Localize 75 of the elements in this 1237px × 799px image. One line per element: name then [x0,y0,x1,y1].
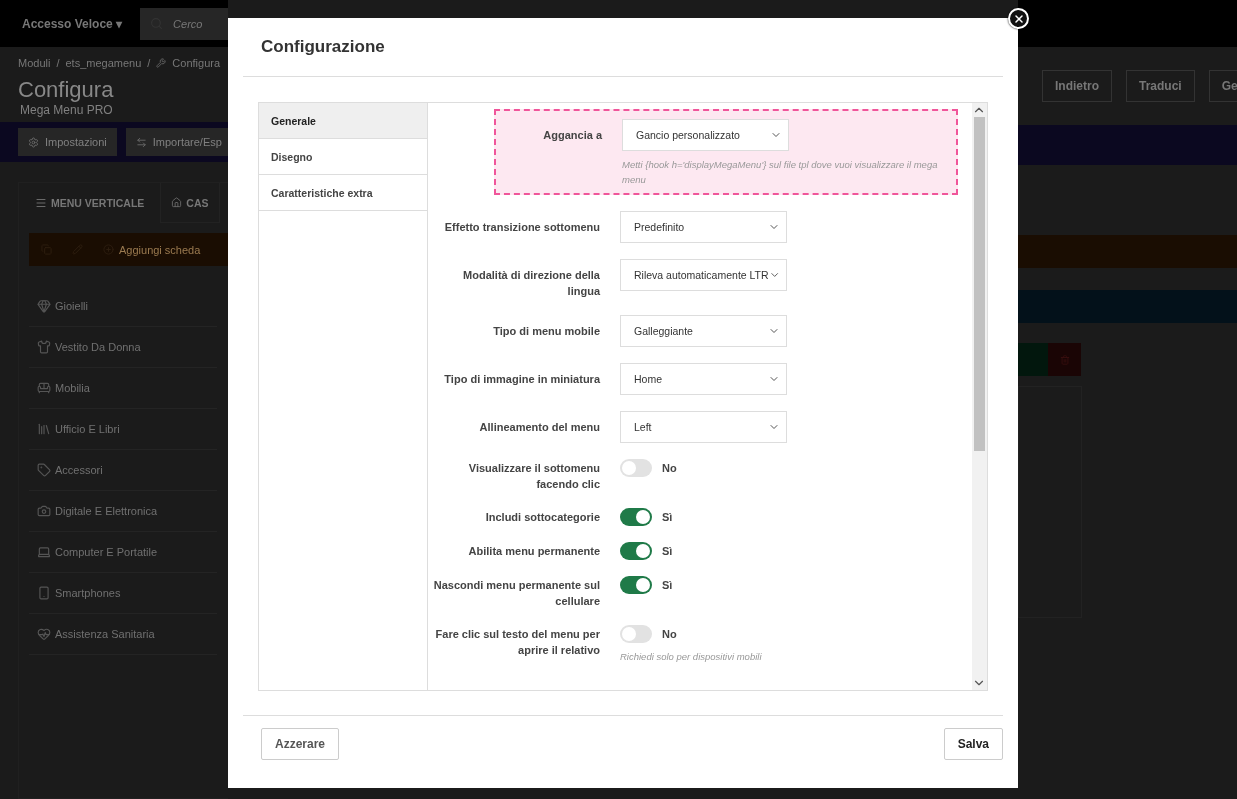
menu-item[interactable]: Gioielli [29,286,217,327]
field-label: Includi sottocategorie [484,510,600,525]
wrench-icon [156,58,167,68]
toggle-switch[interactable] [620,625,652,643]
breadcrumb-separator: / [56,57,60,69]
menu-icon [35,197,47,209]
field-label: Allineamento del menu [478,420,600,435]
toolbar-button[interactable]: Indietro [1042,70,1112,102]
heart-pulse-icon [37,627,51,641]
menu-tab[interactable]: CAS [161,183,220,223]
select-field[interactable]: Home [620,363,787,395]
arrows-icon [135,136,147,148]
help-text: Richiedi solo per dispositivi mobili [620,650,763,664]
gem-icon [37,299,51,313]
breadcrumb-link[interactable]: Moduli [18,57,51,69]
nav-button[interactable]: Impostazioni [18,128,117,156]
field-label: Tipo di immagine in miniatura [443,372,600,387]
menu-item[interactable]: Accessori [29,450,217,491]
field-label: Aggancia a [542,128,602,143]
books-icon [37,422,51,436]
toggle-state: Sì [662,511,673,523]
tag-icon [37,463,51,477]
menu-item[interactable]: Vestito Da Donna [29,327,217,368]
toolbar-button[interactable]: Ge [1208,70,1237,102]
page-subtitle: Mega Menu PRO [19,103,114,117]
menu-item[interactable]: Computer E Portatile [29,532,217,573]
add-tab-link[interactable]: Aggiungi scheda [119,243,201,256]
scrollbar[interactable] [972,103,987,690]
menu-item[interactable]: Digitale E Elettronica [29,491,217,532]
field-label: Fare clic sul testo del menu per aprire il relativo [434,627,600,658]
select-field[interactable]: Gancio personalizzato [622,119,789,151]
close-icon [1012,12,1025,25]
menu-item[interactable]: Smartphones [29,573,217,614]
select-field[interactable]: Galleggiante [620,315,787,347]
field-label: Abilita menu permanente [467,544,600,559]
menu-item[interactable]: Ufficio E Libri [29,409,217,450]
settings-tab[interactable]: Generale [259,103,427,139]
field-label: Tipo di menu mobile [492,324,600,339]
breadcrumb-link[interactable]: Configura [172,57,221,69]
toggle-switch[interactable] [620,576,652,594]
laptop-icon [37,545,51,559]
help-text: Metti {hook h='displayMegaMenu'} sul file tpl dove vuoi visualizzare il mega menu [622,158,939,187]
reset-button[interactable]: Azzerare [261,728,340,760]
breadcrumb-link[interactable]: ets_megamenu [65,57,142,69]
toggle-state: No [662,628,677,640]
home-icon [171,197,183,208]
menu-item[interactable]: Assistenza Sanitaria [29,614,217,655]
sofa-icon [37,381,51,395]
trash-icon [1059,354,1070,365]
shirt-icon [37,340,51,354]
toggle-state: Sì [662,579,673,591]
select-field[interactable]: Rileva automaticamente LTR [620,259,787,291]
select-field[interactable]: Left [620,411,787,443]
select-field[interactable]: Predefinito [620,211,787,243]
toggle-state: No [662,462,677,474]
breadcrumb-separator: / [147,57,151,69]
toggle-switch[interactable] [620,508,652,526]
field-label: Modalità di direzione della lingua [462,268,600,299]
field-label: Visualizzare il sottomenu facendo clic [467,461,600,492]
toggle-switch[interactable] [620,459,652,477]
field-label: Nascondi menu permanente sul cellulare [432,578,600,609]
smartphone-icon [37,586,51,600]
quick-access-menu[interactable]: Accesso Veloce ▾ [22,16,123,31]
menu-tab[interactable]: MENU VERTICALE [19,183,162,223]
dialog-title: Configurazione [261,37,385,57]
toggle-state: Sì [662,545,673,557]
menu-item[interactable]: Mobilia [29,368,217,409]
search-field[interactable]: Cerco [140,7,228,40]
save-button[interactable]: Salva [943,728,1003,760]
page-title: Configura [17,76,115,103]
field-label: Effetto transizione sottomenu [443,220,600,235]
gear-icon [28,136,39,148]
camera-icon [37,504,51,518]
toggle-switch[interactable] [620,542,652,560]
toolbar-button[interactable]: Traduci [1126,70,1195,102]
